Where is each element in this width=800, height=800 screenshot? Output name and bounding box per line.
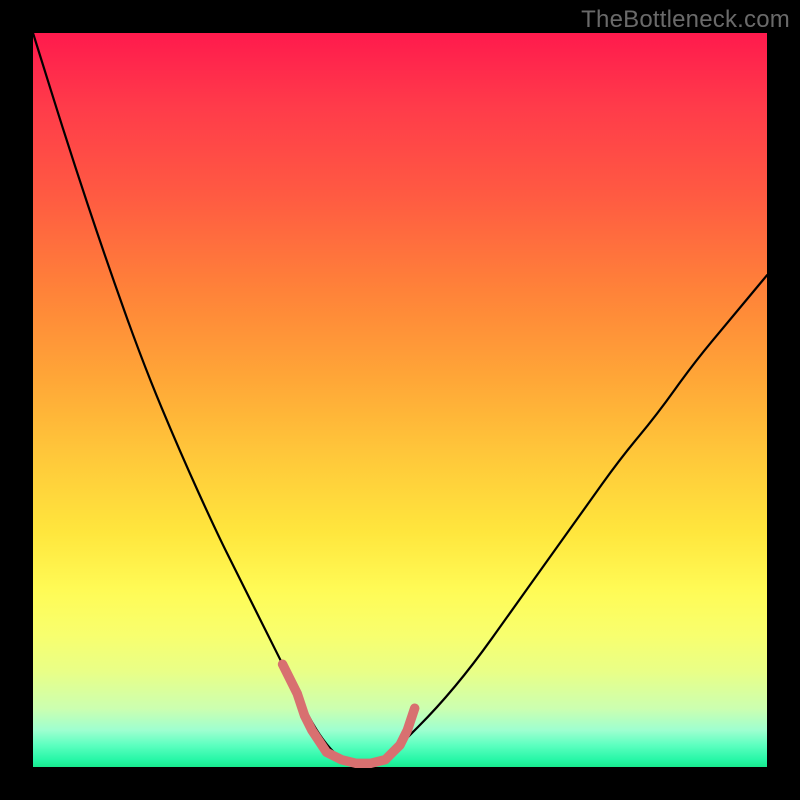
chart-marker-dot bbox=[381, 755, 390, 764]
chart-curve-line bbox=[33, 33, 767, 763]
chart-plot-area bbox=[33, 33, 767, 767]
chart-marker-dot bbox=[396, 740, 405, 749]
chart-marker-dot bbox=[388, 748, 397, 757]
chart-marker-dot bbox=[366, 759, 375, 768]
chart-marker-dot bbox=[293, 689, 302, 698]
chart-curve-markers bbox=[278, 660, 419, 768]
chart-marker-dot bbox=[337, 755, 346, 764]
chart-marker-dot bbox=[307, 726, 316, 735]
chart-stage: TheBottleneck.com bbox=[0, 0, 800, 800]
chart-svg bbox=[33, 33, 767, 767]
chart-marker-dot bbox=[278, 660, 287, 669]
chart-marker-dot bbox=[403, 726, 412, 735]
chart-marker-dot bbox=[300, 711, 309, 720]
chart-marker-dot bbox=[351, 759, 360, 768]
chart-marker-dot bbox=[410, 704, 419, 713]
chart-marker-dot bbox=[322, 748, 331, 757]
watermark-text: TheBottleneck.com bbox=[581, 6, 790, 34]
